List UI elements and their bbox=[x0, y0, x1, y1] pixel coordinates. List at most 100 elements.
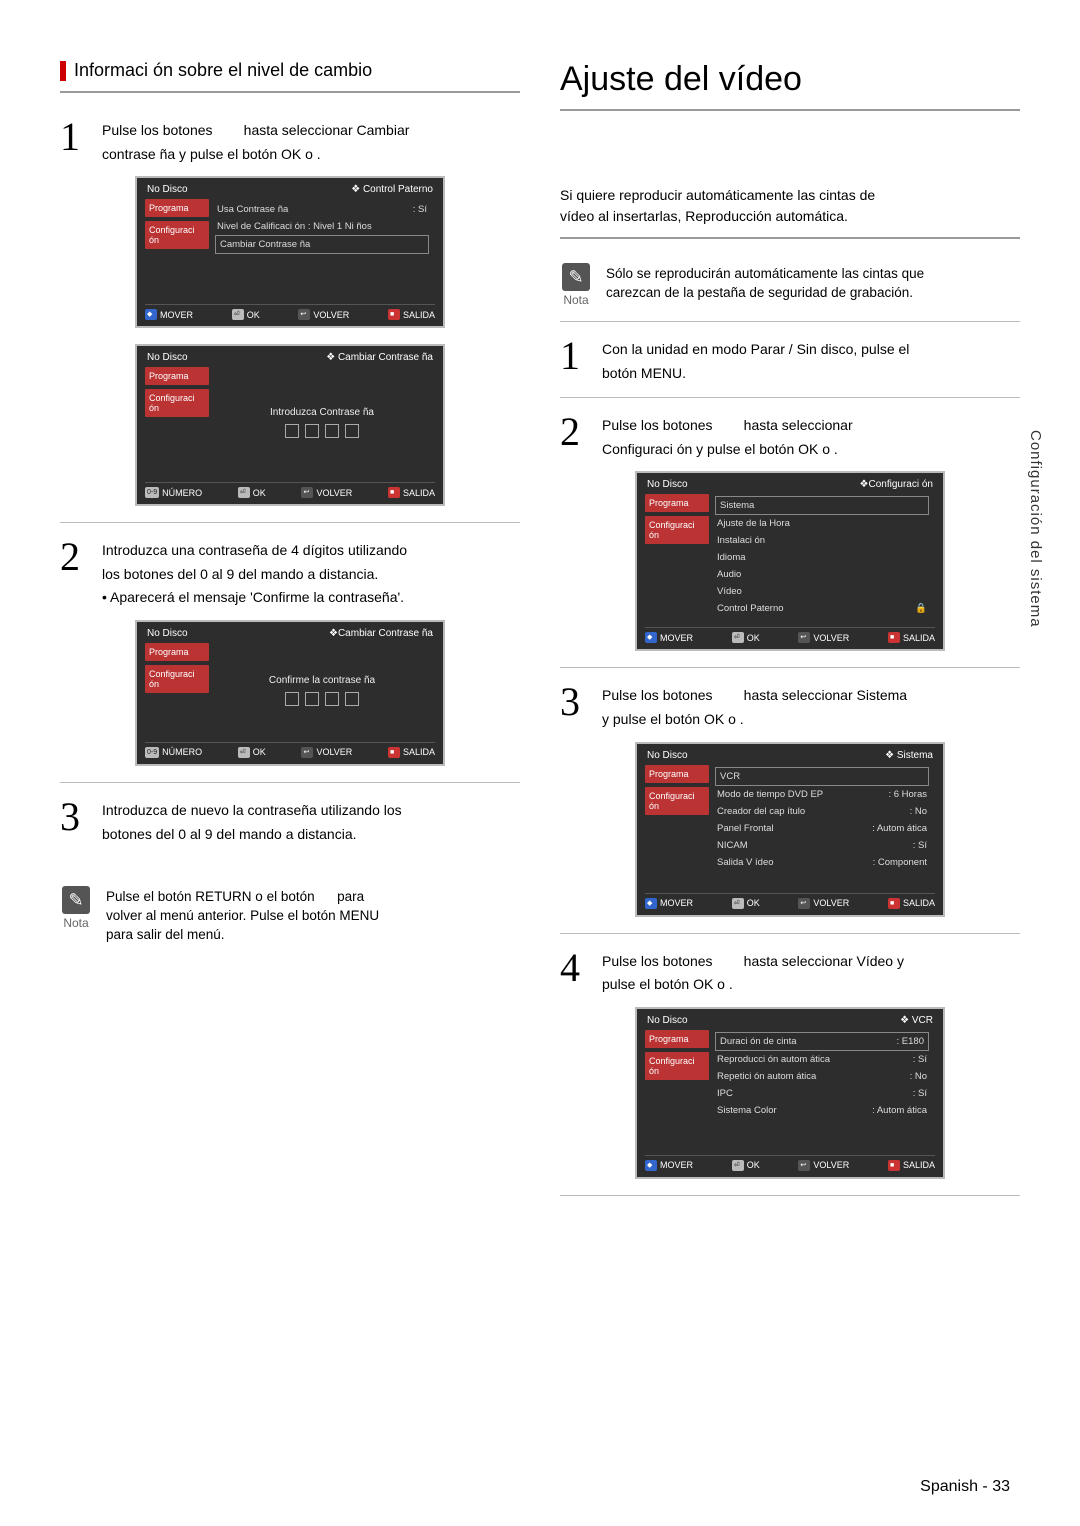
password-boxes bbox=[215, 424, 429, 438]
btm-ok: OK bbox=[747, 633, 760, 643]
divider bbox=[560, 1195, 1020, 1196]
row-l: Repetici ón autom ática bbox=[717, 1071, 816, 1082]
btm-volver: VOLVER bbox=[813, 898, 849, 908]
step-number: 1 bbox=[560, 336, 588, 383]
left-step-1: 1 Pulse los botones hasta seleccionar Ca… bbox=[60, 117, 520, 164]
osd-sidetab: Programa bbox=[645, 765, 709, 783]
key-icon: ↩ bbox=[301, 487, 313, 498]
step-number: 1 bbox=[60, 117, 88, 164]
key-icon: ■ bbox=[888, 632, 900, 643]
osd-sistema: No Disco ❖ Sistema Programa Configuraci … bbox=[635, 742, 945, 917]
osd-sidetab: Configuraci ón bbox=[145, 389, 209, 417]
step-number: 2 bbox=[60, 537, 88, 608]
osd-configuracion: No Disco ❖Configuraci ón Programa Config… bbox=[635, 471, 945, 651]
osd-nodisc: No Disco bbox=[647, 750, 688, 761]
key-icon: ⏎ bbox=[732, 898, 744, 909]
r2b: hasta seleccionar bbox=[744, 417, 853, 433]
nota-text: Sólo se reproducirán automáticamente las… bbox=[606, 263, 924, 303]
osd-center: Confirme la contrase ña bbox=[215, 665, 429, 692]
btm-volver: VOLVER bbox=[813, 633, 849, 643]
btm-mover: MOVER bbox=[660, 898, 693, 908]
step1-line2: contrase ña y pulse el botón OK o . bbox=[102, 145, 409, 165]
l2a: Introduzca una contraseña de 4 dígitos u… bbox=[102, 542, 407, 558]
ri2: vídeo al insertarlas, Reproducción autom… bbox=[560, 208, 848, 224]
btm-ok: OK bbox=[253, 747, 266, 757]
row-r: : No bbox=[910, 806, 927, 817]
l3b: botones del 0 al 9 del mando a distancia… bbox=[102, 825, 402, 845]
btm-mover: MOVER bbox=[660, 1160, 693, 1170]
osd-confirmar-contrasena: No Disco ❖Cambiar Contrase ña Programa C… bbox=[135, 620, 445, 766]
row-l: VCR bbox=[720, 771, 740, 782]
osd-cambiar-contrasena: No Disco ❖ Cambiar Contrase ña Programa … bbox=[135, 344, 445, 506]
key-icon: ⏎ bbox=[732, 1160, 744, 1171]
key-icon: 0-9 bbox=[145, 747, 159, 758]
osd-sidetab: Configuraci ón bbox=[645, 516, 709, 544]
btm-ok: OK bbox=[247, 310, 260, 320]
osd-control-paterno: No Disco ❖ Control Paterno Programa Conf… bbox=[135, 176, 445, 328]
key-icon: 0-9 bbox=[145, 487, 159, 498]
row: Nivel de Calificaci ón : Nivel 1 Ni ños bbox=[217, 221, 372, 232]
l2c: • Aparecerá el mensaje 'Confirme la cont… bbox=[102, 588, 407, 608]
divider bbox=[560, 933, 1020, 934]
btm-numero: NÚMERO bbox=[162, 747, 202, 757]
row-l: NICAM bbox=[717, 840, 748, 851]
osd-sidetab: Configuraci ón bbox=[645, 787, 709, 815]
osd-title: ❖ VCR bbox=[900, 1015, 933, 1026]
key-icon: ↩ bbox=[298, 309, 310, 320]
key-icon: ■ bbox=[888, 898, 900, 909]
btm-ok: OK bbox=[747, 898, 760, 908]
osd-nodisc: No Disco bbox=[647, 1015, 688, 1026]
key-icon: ◆ bbox=[645, 632, 657, 643]
osd-sidetab: Programa bbox=[645, 494, 709, 512]
divider bbox=[560, 109, 1020, 111]
osd-title: ❖ Cambiar Contrase ña bbox=[326, 352, 433, 363]
osd-sidetab: Configuraci ón bbox=[145, 665, 209, 693]
step-text: Pulse los botones hasta seleccionar Sist… bbox=[602, 682, 907, 729]
r4a: Pulse los botones bbox=[602, 953, 713, 969]
r3b: hasta seleccionar Sistema bbox=[744, 687, 907, 703]
l2b: los botones del 0 al 9 del mando a dista… bbox=[102, 565, 407, 585]
osd-nodisc: No Disco bbox=[647, 479, 688, 490]
step-text: Pulse los botones hasta seleccionar Víde… bbox=[602, 948, 904, 995]
n2: volver al menú anterior. Pulse el botón … bbox=[106, 908, 379, 923]
right-nota: ✎ Nota Sólo se reproducirán automáticame… bbox=[560, 263, 1020, 307]
key-icon: ⏎ bbox=[232, 309, 244, 320]
osd-nodisc: No Disco bbox=[147, 628, 188, 639]
osd-title: ❖Configuraci ón bbox=[860, 479, 933, 490]
btm-mover: MOVER bbox=[660, 633, 693, 643]
pencil-icon: ✎ bbox=[562, 263, 590, 291]
nota-text: Pulse el botón RETURN o el botón para vo… bbox=[106, 886, 379, 945]
page-columns: Informaci ón sobre el nivel de cambio 1 … bbox=[60, 60, 1020, 1210]
osd-sidetab: Programa bbox=[145, 367, 209, 385]
osd-title: ❖ Sistema bbox=[885, 750, 933, 761]
btm-mover: MOVER bbox=[160, 310, 193, 320]
right-step-4: 4 Pulse los botones hasta seleccionar Ví… bbox=[560, 948, 1020, 995]
btm-salida: SALIDA bbox=[403, 310, 435, 320]
row: Instalaci ón bbox=[717, 535, 765, 546]
row-r: : No bbox=[910, 1071, 927, 1082]
row: Ajuste de la Hora bbox=[717, 518, 790, 529]
rn1: Sólo se reproducirán automáticamente las… bbox=[606, 266, 924, 281]
osd-sidetab: Programa bbox=[645, 1030, 709, 1048]
btm-volver: VOLVER bbox=[316, 747, 352, 757]
step1-line1a: Pulse los botones bbox=[102, 122, 213, 138]
btm-numero: NÚMERO bbox=[162, 488, 202, 498]
osd-sidetab: Configuraci ón bbox=[645, 1052, 709, 1080]
r2a: Pulse los botones bbox=[602, 417, 713, 433]
right-title: Ajuste del vídeo bbox=[560, 60, 1020, 99]
r4b: hasta seleccionar Vídeo y bbox=[744, 953, 904, 969]
divider bbox=[560, 321, 1020, 322]
right-column: Ajuste del vídeo Si quiere reproducir au… bbox=[560, 60, 1020, 1210]
l3a: Introduzca de nuevo la contraseña utiliz… bbox=[102, 802, 402, 818]
step-number: 4 bbox=[560, 948, 588, 995]
step-number: 3 bbox=[560, 682, 588, 729]
heading-accent bbox=[60, 61, 66, 81]
row-l: Salida V ídeo bbox=[717, 857, 774, 868]
key-icon: ↩ bbox=[798, 1160, 810, 1171]
key-icon: ◆ bbox=[645, 1160, 657, 1171]
row: Idioma bbox=[717, 552, 746, 563]
row-l: Panel Frontal bbox=[717, 823, 774, 834]
key-icon: ↩ bbox=[798, 632, 810, 643]
btm-ok: OK bbox=[747, 1160, 760, 1170]
page-footer: Spanish - 33 bbox=[920, 1478, 1010, 1496]
